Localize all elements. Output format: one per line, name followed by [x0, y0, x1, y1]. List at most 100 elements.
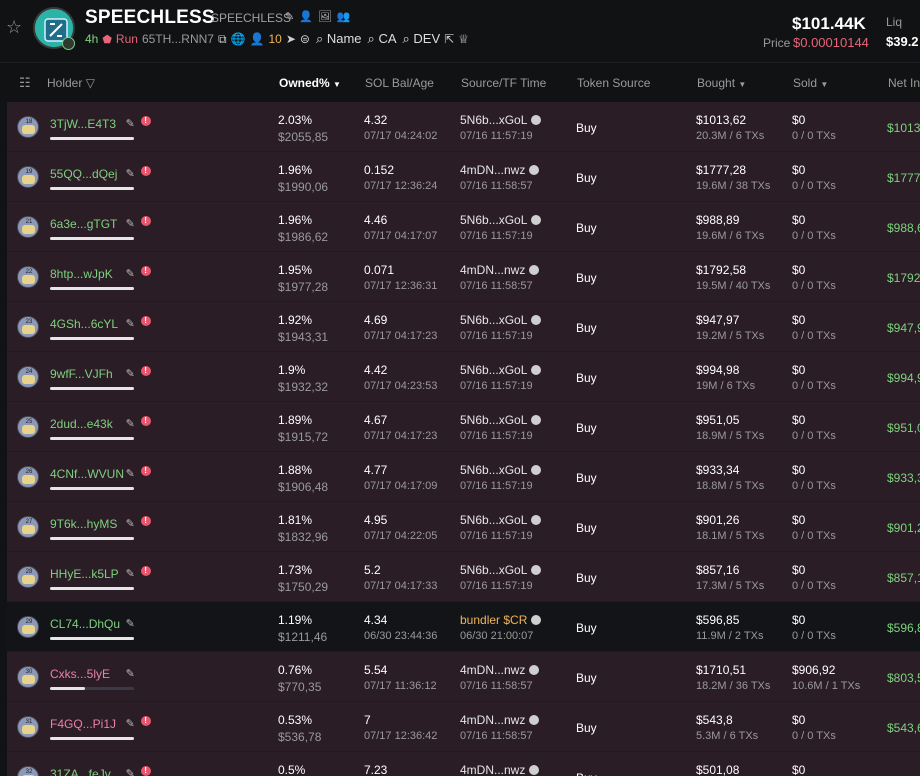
table-row[interactable]: 21 6a3e...gTGT ✎! 1.96% $1986,62 4.46 07/17 04… — [7, 202, 920, 252]
holder-address[interactable]: Cxks...5lyE — [50, 667, 110, 681]
holder-address[interactable]: 9T6k...hyMS — [50, 517, 117, 531]
filter-funnel-icon[interactable]: ▽ — [86, 76, 95, 90]
funding-source[interactable]: 5N6b...xGoL — [460, 513, 542, 527]
avatar[interactable]: 23 — [17, 316, 39, 338]
funding-time: 07/16 11:58:57 — [460, 680, 533, 692]
table-row[interactable]: 26 4CNf...WVUN ✎! 1.88% $1906,48 4.77 07/17 04… — [7, 452, 920, 502]
holder-address[interactable]: 55QQ...dQej — [50, 167, 117, 181]
funding-source[interactable]: 5N6b...xGoL — [460, 413, 542, 427]
funding-source[interactable]: bundler $CR — [460, 613, 542, 627]
avatar[interactable]: 18 — [17, 116, 39, 138]
edit-icon[interactable]: ✎ — [126, 417, 135, 430]
table-row[interactable]: 23 4GSh...6cYL ✎! 1.92% $1943,31 4.69 07/17 04… — [7, 302, 920, 352]
edit-icon[interactable]: ✎ — [126, 217, 135, 230]
net-inflow: $994,9 — [887, 371, 920, 385]
table-row[interactable]: 29 CL74...DhQu ✎ 1.19% $1211,46 4.34 06/30 23:… — [7, 602, 920, 652]
holder-address[interactable]: 2dud...e43k — [50, 417, 113, 431]
edit-icon[interactable]: ✎ — [126, 317, 135, 330]
table-row[interactable]: 25 2dud...e43k ✎! 1.89% $1915,72 4.67 07/17 04… — [7, 402, 920, 452]
holder-address[interactable]: 9wfF...VJFh — [50, 367, 113, 381]
sliders-icon[interactable]: ☷ — [19, 75, 35, 90]
globe-icon[interactable]: 🌐 — [231, 32, 246, 46]
edit-icon[interactable]: ✎ — [126, 467, 135, 480]
funding-source[interactable]: 4mDN...nwz — [460, 163, 540, 177]
table-row[interactable]: 18 3TjW...E4T3 ✎! 2.03% $2055,85 4.32 07/17 04… — [7, 102, 920, 152]
funding-source[interactable]: 4mDN...nwz — [460, 713, 540, 727]
holder-address[interactable]: CL74...DhQu — [50, 617, 120, 631]
edit-icon[interactable]: ✎ — [126, 717, 135, 730]
col-net[interactable]: Net In — [888, 76, 920, 90]
search-ca-button[interactable]: ⌕ CA — [368, 31, 397, 47]
avatar[interactable]: 29 — [17, 616, 39, 638]
edit-icon[interactable]: ✎ — [126, 517, 135, 530]
net-inflow: $901,2 — [887, 521, 920, 535]
external-link-icon[interactable]: ⇱ — [444, 32, 454, 46]
funding-source[interactable]: 4mDN...nwz — [460, 663, 540, 677]
avatar[interactable]: 32 — [17, 766, 39, 776]
table-row[interactable]: 28 HHyE...k5LP ✎! 1.73% $1750,29 5.2 07/17 04:… — [7, 552, 920, 602]
holder-address[interactable]: 31ZA...feJv — [50, 767, 111, 776]
edit-icon[interactable]: ✎ — [126, 567, 135, 580]
avatar[interactable]: 19 — [17, 166, 39, 188]
contract-address[interactable]: 65TH...RNN7 — [142, 32, 214, 46]
funding-source[interactable]: 5N6b...xGoL — [460, 563, 542, 577]
holder-address[interactable]: F4GQ...Pi1J — [50, 717, 116, 731]
col-source[interactable]: Source/TF Time — [461, 76, 546, 90]
edit-icon[interactable]: ✎ — [126, 667, 135, 680]
holder-address[interactable]: 4GSh...6cYL — [50, 317, 118, 331]
owned-usd: $1906,48 — [278, 480, 329, 494]
edit-icon[interactable]: ✎ — [285, 10, 294, 23]
funding-source[interactable]: 5N6b...xGoL — [460, 463, 542, 477]
edit-icon[interactable]: ✎ — [126, 767, 135, 776]
avatar[interactable]: 31 — [17, 716, 39, 738]
avatar[interactable]: 30 — [17, 666, 39, 688]
edit-icon[interactable]: ✎ — [126, 117, 135, 130]
search-dev-button[interactable]: ⌕ DEV — [403, 31, 441, 47]
star-icon[interactable]: ☆ — [6, 18, 24, 36]
avatar[interactable]: 27 — [17, 516, 39, 538]
avatar[interactable]: 24 — [17, 366, 39, 388]
avatar[interactable]: 21 — [17, 216, 39, 238]
col-owned[interactable]: Owned% ▼ — [279, 76, 341, 90]
edit-icon[interactable]: ✎ — [126, 367, 135, 380]
holder-address[interactable]: 3TjW...E4T3 — [50, 117, 116, 131]
holder-address[interactable]: 8htp...wJpK — [50, 267, 113, 281]
copy-icon[interactable]: ⧉ — [218, 32, 227, 47]
table-row[interactable]: 24 9wfF...VJFh ✎! 1.9% $1932,32 4.42 07/17 04:… — [7, 352, 920, 402]
col-sol[interactable]: SOL Bal/Age — [365, 76, 434, 90]
col-token-source[interactable]: Token Source — [577, 76, 650, 90]
table-row[interactable]: 19 55QQ...dQej ✎! 1.96% $1990,06 0.152 07/17 1… — [7, 152, 920, 202]
search-name-button[interactable]: ⌕ Name — [316, 31, 362, 47]
table-row[interactable]: 31 F4GQ...Pi1J ✎! 0.53% $536,78 7 07/17 12:36:… — [7, 702, 920, 752]
edit-icon[interactable]: ✎ — [126, 267, 135, 280]
funding-source[interactable]: 5N6b...xGoL — [460, 313, 542, 327]
avatar[interactable]: 22 — [17, 266, 39, 288]
menu-circle-icon[interactable]: ⊜ — [300, 32, 310, 46]
holder-address[interactable]: 4CNf...WVUN — [50, 467, 124, 481]
crown-icon[interactable]: ♕ — [458, 32, 469, 46]
col-sold[interactable]: Sold ▼ — [793, 76, 828, 90]
avatar[interactable]: 26 — [17, 466, 39, 488]
people-icon[interactable]: 👥 — [337, 10, 351, 23]
sold-usd: $0 — [792, 163, 806, 177]
table-row[interactable]: 22 8htp...wJpK ✎! 1.95% $1977,28 0.071 07/17 1… — [7, 252, 920, 302]
funding-source[interactable]: 5N6b...xGoL — [460, 363, 542, 377]
col-bought[interactable]: Bought ▼ — [697, 76, 746, 90]
avatar[interactable]: 28 — [17, 566, 39, 588]
avatar[interactable]: 25 — [17, 416, 39, 438]
table-row[interactable]: 27 9T6k...hyMS ✎! 1.81% $1832,96 4.95 07/17 04… — [7, 502, 920, 552]
funding-source[interactable]: 4mDN...nwz — [460, 763, 540, 776]
table-row[interactable]: 32 31ZA...feJv ✎! 0.5% 7.23 4mDN...nwz Buy $501… — [7, 752, 920, 776]
holder-address[interactable]: HHyE...k5LP — [50, 567, 119, 581]
telegram-icon[interactable]: ➤ — [286, 32, 296, 46]
table-row[interactable]: 30 Cxks...5lyE ✎ 0.76% $770,35 5.54 07/17 11:3… — [7, 652, 920, 702]
funding-source[interactable]: 5N6b...xGoL — [460, 113, 542, 127]
edit-icon[interactable]: ✎ — [126, 617, 135, 630]
col-holder[interactable]: Holder ▽ — [47, 76, 95, 90]
funding-source[interactable]: 5N6b...xGoL — [460, 213, 542, 227]
person-icon[interactable]: 👤 — [299, 10, 313, 23]
holder-address[interactable]: 6a3e...gTGT — [50, 217, 117, 231]
edit-icon[interactable]: ✎ — [126, 167, 135, 180]
funding-source[interactable]: 4mDN...nwz — [460, 263, 540, 277]
image-icon[interactable]: 🖼 — [318, 10, 332, 23]
